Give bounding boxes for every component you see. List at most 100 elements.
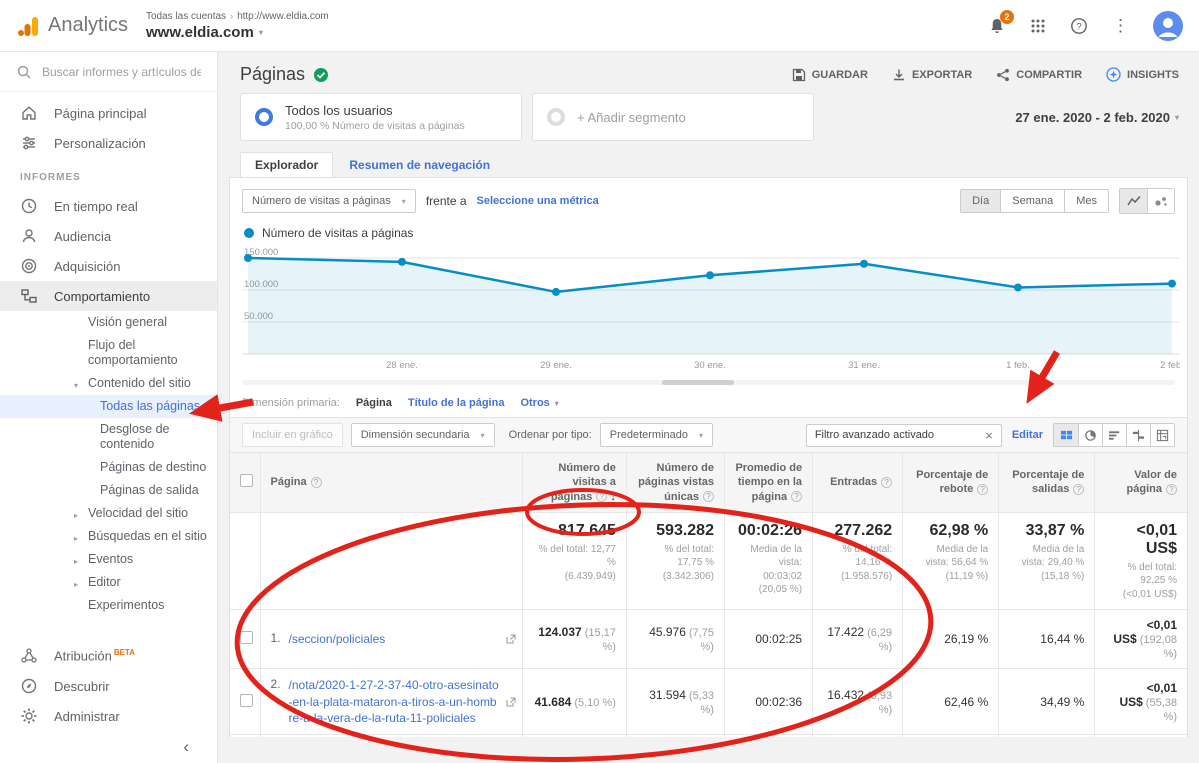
row-checkbox[interactable] bbox=[240, 631, 253, 644]
sidebar-item-acquisition[interactable]: Adquisición bbox=[0, 251, 217, 281]
customization-icon bbox=[20, 134, 38, 152]
help-icon: ? bbox=[791, 491, 802, 502]
granularity-day-button[interactable]: Día bbox=[961, 190, 1000, 212]
column-header-pageviews[interactable]: Número de visitas a páginas?↓ bbox=[522, 453, 626, 512]
sidebar-item-audience[interactable]: Audiencia bbox=[0, 221, 217, 251]
sidebar-item-home[interactable]: Página principal bbox=[0, 98, 217, 128]
row-checkbox[interactable] bbox=[240, 694, 253, 707]
secondary-dimension-button[interactable]: Dimensión secundaria ▾ bbox=[351, 423, 495, 447]
bars-icon bbox=[1108, 429, 1121, 442]
sidebar-item-flujo-comportamiento[interactable]: Flujo del comportamiento bbox=[0, 334, 217, 372]
topbar: Analytics Todas las cuentas › http://www… bbox=[0, 0, 1199, 52]
date-range-selector[interactable]: 27 ene. 2020 - 2 feb. 2020 ▾ bbox=[1015, 110, 1179, 125]
dimension-titulo-pagina[interactable]: Título de la página bbox=[408, 397, 505, 409]
pivot-view-button[interactable] bbox=[1150, 424, 1174, 446]
sidebar-item-todas-las-paginas[interactable]: Todas las páginas bbox=[0, 395, 217, 418]
apps-grid-button[interactable] bbox=[1030, 18, 1046, 34]
table-view-switcher bbox=[1053, 423, 1175, 447]
table-grid-icon bbox=[1060, 429, 1073, 442]
tab-explorador[interactable]: Explorador bbox=[240, 152, 333, 177]
column-header-pagina[interactable]: Página? bbox=[260, 453, 522, 512]
beta-badge: BETA bbox=[114, 648, 135, 657]
data-view-button[interactable] bbox=[1054, 424, 1078, 446]
dimension-pagina[interactable]: Página bbox=[356, 397, 392, 409]
segment-all-users[interactable]: Todos los usuarios 100,00 % Número de vi… bbox=[240, 93, 522, 141]
sidebar-item-velocidad-sitio[interactable]: ▸ Velocidad del sitio bbox=[0, 502, 217, 525]
analytics-home-link[interactable]: Analytics bbox=[16, 14, 142, 38]
sidebar-item-realtime[interactable]: En tiempo real bbox=[0, 191, 217, 221]
sidebar-item-attribution[interactable]: AtribuciónBETA bbox=[0, 641, 217, 671]
main-content: Páginas GUARDAR EXPORTAR COMPARTIR bbox=[218, 52, 1199, 763]
help-icon: ? bbox=[1070, 17, 1088, 35]
save-button[interactable]: GUARDAR bbox=[792, 68, 868, 82]
column-header-value[interactable]: Valor de página? bbox=[1095, 453, 1187, 512]
open-in-new-icon[interactable] bbox=[506, 634, 516, 644]
line-chart-toggle-button[interactable] bbox=[1120, 189, 1147, 213]
metric-selector[interactable]: Número de visitas a páginas ▾ bbox=[242, 189, 416, 213]
column-header-bounce[interactable]: Porcentaje de rebote? bbox=[903, 453, 999, 512]
select-metric-link[interactable]: Seleccione una métrica bbox=[477, 195, 599, 207]
svg-text:?: ? bbox=[1076, 21, 1081, 32]
pages-table: Página? Número de visitas a páginas?↓ Nú… bbox=[230, 453, 1187, 737]
insights-button[interactable]: INSIGHTS bbox=[1106, 67, 1179, 82]
breadcrumb-account: Todas las cuentas bbox=[146, 11, 226, 22]
comparison-view-button[interactable] bbox=[1126, 424, 1150, 446]
open-in-new-icon[interactable] bbox=[506, 697, 516, 707]
overflow-menu-button[interactable]: ⋮ bbox=[1112, 16, 1129, 36]
add-segment-button[interactable]: + Añadir segmento bbox=[532, 93, 814, 141]
sidebar-item-editor[interactable]: ▸ Editor bbox=[0, 571, 217, 594]
segment-ring-icon bbox=[255, 108, 273, 126]
sort-desc-icon: ↓ bbox=[610, 491, 616, 503]
edit-filter-link[interactable]: Editar bbox=[1012, 429, 1043, 441]
sidebar-item-contenido-sitio[interactable]: ▾ Contenido del sitio bbox=[0, 372, 217, 395]
sidebar-item-admin[interactable]: Administrar bbox=[0, 701, 217, 731]
sidebar-item-customization[interactable]: Personalización bbox=[0, 128, 217, 158]
help-button[interactable]: ? bbox=[1070, 17, 1088, 35]
sidebar-item-discover[interactable]: Descubrir bbox=[0, 671, 217, 701]
share-button[interactable]: COMPARTIR bbox=[996, 68, 1082, 82]
column-header-exit[interactable]: Porcentaje de salidas? bbox=[999, 453, 1095, 512]
sidebar-item-vision-general[interactable]: Visión general bbox=[0, 311, 217, 334]
granularity-week-button[interactable]: Semana bbox=[1000, 190, 1064, 212]
column-header-unique[interactable]: Número de páginas vistas únicas? bbox=[626, 453, 724, 512]
sidebar-collapse-button[interactable]: ‹ bbox=[0, 731, 217, 763]
sidebar-item-paginas-salida[interactable]: Páginas de salida bbox=[0, 479, 217, 502]
export-button[interactable]: EXPORTAR bbox=[892, 68, 972, 82]
sidebar-item-experimentos[interactable]: Experimentos bbox=[0, 594, 217, 617]
line-chart: 150.000100.00050.00028 ene.29 ene.30 ene… bbox=[242, 246, 1180, 374]
column-header-entries[interactable]: Entradas? bbox=[813, 453, 903, 512]
comparison-icon bbox=[1132, 429, 1145, 442]
sidebar-item-behavior[interactable]: Comportamiento bbox=[0, 281, 217, 311]
tree-collapsed-icon: ▸ bbox=[74, 508, 78, 523]
page-link[interactable]: /seccion/policiales bbox=[289, 631, 500, 647]
dimension-otros[interactable]: Otros▾ bbox=[520, 397, 558, 409]
sidebar-item-paginas-destino[interactable]: Páginas de destino bbox=[0, 456, 217, 479]
sidebar-search[interactable]: Buscar informes y artículos de bbox=[0, 52, 217, 92]
select-all-checkbox[interactable] bbox=[240, 474, 253, 487]
chart-scrollbar-handle[interactable] bbox=[662, 380, 734, 385]
sort-type-selector[interactable]: Predeterminado ▾ bbox=[600, 423, 713, 447]
chart-type-toggle bbox=[1119, 188, 1175, 214]
property-selector[interactable]: www.eldia.com ▾ bbox=[146, 24, 329, 41]
tab-resumen-navegacion[interactable]: Resumen de navegación bbox=[333, 153, 506, 177]
breadcrumb[interactable]: Todas las cuentas › http://www.eldia.com bbox=[146, 11, 329, 22]
notifications-button[interactable]: 2 bbox=[988, 17, 1006, 35]
percentage-view-button[interactable] bbox=[1078, 424, 1102, 446]
total-value: <0,01 US$ bbox=[1105, 522, 1177, 558]
close-icon[interactable]: × bbox=[985, 429, 993, 442]
total-time: 00:02:26 bbox=[735, 522, 802, 540]
motion-chart-toggle-button[interactable] bbox=[1147, 189, 1174, 213]
help-icon: ? bbox=[977, 484, 988, 495]
plot-rows-button[interactable]: Incluir en gráfico bbox=[242, 423, 343, 447]
column-header-time[interactable]: Promedio de tiempo en la página? bbox=[724, 453, 812, 512]
flowchart-icon bbox=[20, 287, 38, 305]
performance-view-button[interactable] bbox=[1102, 424, 1126, 446]
granularity-month-button[interactable]: Mes bbox=[1064, 190, 1108, 212]
page-link[interactable]: /nota/2020-1-27-2-37-40-otro-asesinato-e… bbox=[289, 677, 500, 726]
svg-text:28 ene.: 28 ene. bbox=[386, 360, 418, 371]
chart-scrollbar[interactable] bbox=[242, 380, 1175, 385]
sidebar-item-busquedas-sitio[interactable]: ▸ Búsquedas en el sitio bbox=[0, 525, 217, 548]
sidebar-item-eventos[interactable]: ▸ Eventos bbox=[0, 548, 217, 571]
account-avatar[interactable] bbox=[1153, 11, 1183, 41]
sidebar-item-desglose-contenido[interactable]: Desglose de contenido bbox=[0, 418, 217, 456]
